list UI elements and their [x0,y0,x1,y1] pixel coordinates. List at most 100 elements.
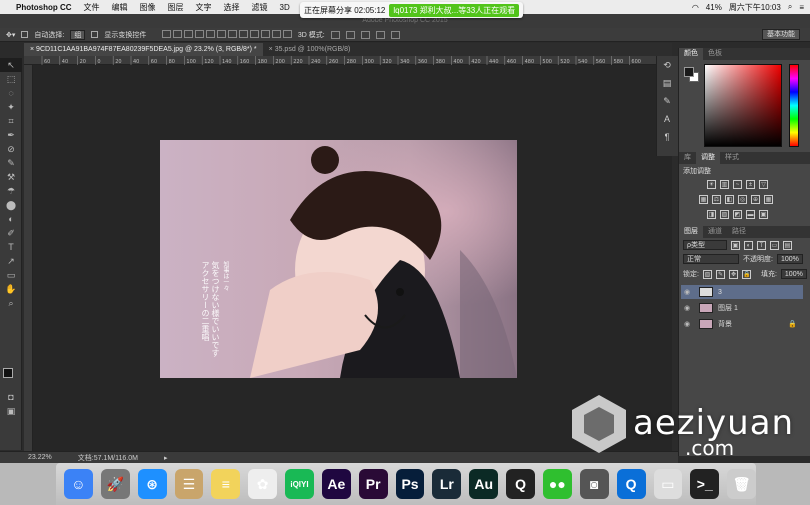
tab-libraries[interactable]: 库 [679,152,696,164]
history-brush-icon[interactable]: ☂ [0,184,22,198]
hand-tool-icon[interactable]: ✋ [0,282,22,296]
blend-mode-select[interactable]: 正常 [683,254,739,264]
layer-row[interactable]: ◉ 背景 🔒 [681,317,803,331]
tab-swatches[interactable]: 色板 [703,48,727,60]
eraser-icon[interactable]: ⬤ [0,198,22,212]
exposure-icon[interactable]: ± [746,180,755,189]
crop-tool-icon[interactable]: ⌗ [0,114,22,128]
menu-image[interactable]: 图像 [134,2,162,13]
menu-filter[interactable]: 滤镜 [246,2,274,13]
distribute-icon[interactable] [260,29,270,38]
character-icon[interactable]: A [657,110,677,128]
filter-adjust-icon[interactable]: ◐ [744,240,753,250]
align-top-icon[interactable] [162,29,172,38]
tab-document-1[interactable]: × 9CD11C1AA91BA974F87EA80239F5DEA5.jpg @… [24,43,263,56]
levels-icon[interactable]: ▥ [720,180,729,189]
hue-slider[interactable] [789,64,799,147]
tab-paths[interactable]: 路径 [727,226,751,238]
properties-icon[interactable]: ▤ [657,74,677,92]
menu-app-name[interactable]: Photoshop CC [14,3,78,12]
align-center-icon[interactable] [206,29,216,38]
panel-foreground-swatch[interactable] [684,67,694,77]
lock-move-icon[interactable]: ✥ [728,269,738,279]
align-left-icon[interactable] [195,29,205,38]
menu-3d[interactable]: 3D [274,3,296,12]
foreground-color-swatch[interactable] [3,368,13,378]
magic-wand-icon[interactable]: ✦ [0,100,22,114]
dock-screenshot-icon[interactable]: ◙ [579,469,609,499]
paragraph-icon[interactable]: ¶ [657,128,677,146]
move-tool-icon[interactable]: ✥▾ [6,31,15,39]
tab-layers[interactable]: 图层 [679,226,703,238]
align-middle-icon[interactable] [173,29,183,38]
gradient-map-icon[interactable]: ▬ [746,210,755,219]
threshold-icon[interactable]: ◩ [733,210,742,219]
color-lookup-icon[interactable]: ▦ [764,195,773,204]
wifi-icon[interactable]: ◠ [692,3,699,12]
3d-pan-icon[interactable] [360,30,370,39]
3d-slide-icon[interactable] [375,30,385,39]
filter-pixel-icon[interactable]: ▣ [731,240,740,250]
layer-row[interactable]: ◉ 图层 1 [681,301,803,315]
zoom-tool-icon[interactable]: ⌕ [0,296,22,310]
eyedropper-icon[interactable]: ✒ [0,128,22,142]
lasso-tool-icon[interactable]: ◌ [0,86,22,100]
brightness-icon[interactable]: ☀ [707,180,716,189]
distribute-icon[interactable] [282,29,292,38]
history-icon[interactable]: ⟲ [657,56,677,74]
eye-icon[interactable]: ◉ [684,320,694,328]
dock-lightroom-icon[interactable]: Lr [432,469,462,499]
status-arrow-icon[interactable]: ▸ [164,454,168,462]
layer-kind-filter[interactable]: ρ类型 [683,240,727,250]
zoom-level[interactable]: 23.22% [28,454,52,461]
dock-photoshop-icon[interactable]: Ps [395,469,425,499]
dock-finder-icon[interactable]: ☺ [64,469,93,499]
stamp-tool-icon[interactable]: ⚒ [0,170,22,184]
dock-terminal-icon[interactable]: >_ [690,469,720,499]
fill-input[interactable]: 100% [780,269,807,279]
color-picker-field[interactable] [704,64,782,147]
auto-select-dropdown[interactable]: 组 [70,29,86,40]
workspace-switcher[interactable]: 基本功能 [762,29,800,40]
distribute-icon[interactable] [228,29,238,38]
dock-quicktime-icon[interactable]: Q [616,469,646,499]
layer-name[interactable]: 3 [718,289,722,296]
channel-mixer-icon[interactable]: ⊕ [751,195,760,204]
menu-type[interactable]: 文字 [190,2,218,13]
clock[interactable]: 周六下午10:03 [729,2,781,13]
distribute-icon[interactable] [249,29,259,38]
menu-layer[interactable]: 图层 [162,2,190,13]
curves-icon[interactable]: ~ [733,180,742,189]
layer-name[interactable]: 图层 1 [718,303,738,313]
path-select-icon[interactable]: ↗ [0,254,22,268]
dock-iqiyi-icon[interactable]: iQIYI [285,469,314,499]
type-tool-icon[interactable]: T [0,240,22,254]
color-balance-icon[interactable]: ⚖ [712,195,721,204]
dock-launchpad-icon[interactable]: 🚀 [100,469,130,499]
3d-scale-icon[interactable] [390,30,400,39]
dock-photos-icon[interactable]: ✿ [248,469,278,499]
dock-preview-icon[interactable]: ▭ [653,469,683,499]
move-tool-icon[interactable]: ↖ [0,58,22,72]
quick-mask-icon[interactable]: ◘ [0,390,22,404]
tab-styles[interactable]: 样式 [720,152,744,164]
healing-brush-icon[interactable]: ⊘ [0,142,22,156]
document-size[interactable]: 文档:57.1M/116.0M [78,453,138,463]
battery-percent[interactable]: 41% [706,3,722,12]
opacity-input[interactable]: 100% [776,254,803,264]
vibrance-icon[interactable]: ▽ [759,180,768,189]
menu-file[interactable]: 文件 [78,2,106,13]
distribute-icon[interactable] [239,29,249,38]
viewer-count[interactable]: lq0173 郑利大叔...等33人正在观看 [389,3,520,17]
shape-tool-icon[interactable]: ▭ [0,268,22,282]
menu-list-icon[interactable]: ≡ [799,3,804,12]
filter-smart-icon[interactable]: ▤ [783,240,792,250]
marquee-tool-icon[interactable]: ⬚ [0,72,22,86]
lock-paint-icon[interactable]: ✎ [715,269,725,279]
search-icon[interactable]: ⌕ [788,2,792,12]
lock-pixels-icon[interactable]: ▧ [702,269,712,279]
pen-tool-icon[interactable]: ✐ [0,226,22,240]
filter-type-icon[interactable]: T [757,240,766,250]
eye-icon[interactable]: ◉ [684,304,694,312]
distribute-icon[interactable] [271,29,281,38]
